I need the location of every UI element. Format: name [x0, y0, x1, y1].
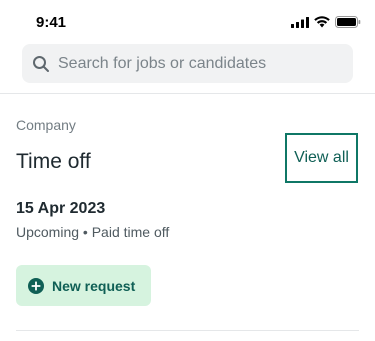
- section-divider: [16, 330, 359, 331]
- search-icon: [33, 55, 49, 72]
- new-request-label: New request: [52, 277, 136, 294]
- section-title: Time off: [16, 150, 91, 173]
- search-input[interactable]: [58, 54, 348, 73]
- section-label: Company: [16, 117, 76, 133]
- status-bar: 9:41: [0, 0, 375, 44]
- wifi-icon: [314, 16, 330, 28]
- status-time: 9:41: [36, 14, 67, 31]
- time-off-status: Upcoming • Paid time off: [16, 224, 170, 240]
- header-divider: [0, 93, 375, 94]
- search-bar[interactable]: [22, 44, 353, 83]
- time-off-date: 15 Apr 2023: [16, 200, 106, 217]
- plus-circle-icon: [28, 277, 44, 294]
- status-icons: [291, 16, 361, 28]
- battery-icon: [335, 16, 361, 28]
- new-request-button[interactable]: New request: [16, 265, 151, 306]
- cellular-signal-icon: [291, 16, 309, 28]
- view-all-button[interactable]: View all: [285, 133, 358, 183]
